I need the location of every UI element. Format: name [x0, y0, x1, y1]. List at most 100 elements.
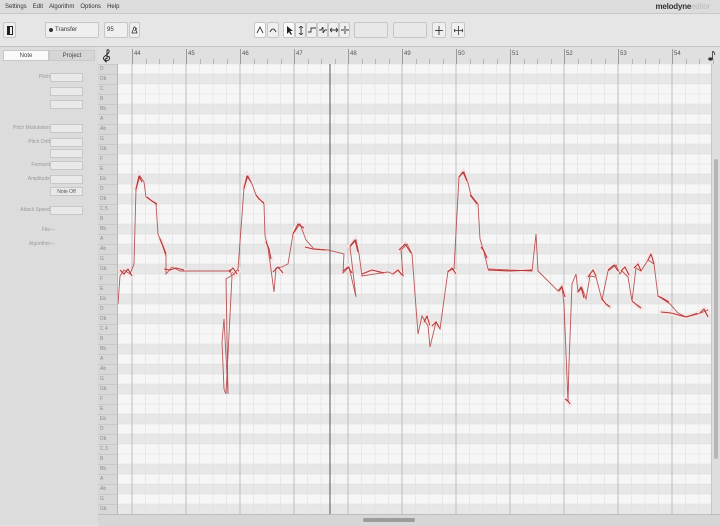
- param-field[interactable]: [50, 149, 83, 158]
- ruler-bar-number: 50: [458, 51, 465, 57]
- pitch-divider: [98, 414, 117, 415]
- param-row: File ---: [0, 226, 98, 236]
- param-row: [0, 87, 98, 97]
- pitch-row: [118, 484, 711, 494]
- inspector-tabs: Note Project: [3, 50, 95, 61]
- param-field[interactable]: [50, 161, 83, 170]
- param-row: Pitch Modulation: [0, 124, 98, 134]
- horizontal-scrollbar[interactable]: [98, 514, 720, 526]
- pitch-label: Gb: [100, 386, 107, 392]
- pitch-ruler[interactable]: D Db C B Bb A Ab G Gb F E Eb D Db C 5 B Bb A Ab G Gb F E Eb D Db C…: [98, 64, 118, 514]
- snap-button[interactable]: [432, 22, 446, 38]
- note-editor-grid[interactable]: [118, 64, 711, 514]
- pitch-divider: [98, 184, 117, 185]
- ruler-bar-number: 44: [134, 51, 141, 57]
- pitch-divider: [98, 404, 117, 405]
- treble-clef-icon[interactable]: [102, 49, 112, 63]
- param-field[interactable]: [50, 73, 83, 82]
- pitch-row: [118, 364, 711, 374]
- pitch-label: Bb: [100, 106, 107, 112]
- metronome-button[interactable]: [129, 22, 140, 38]
- snap-icon: [435, 25, 443, 35]
- vertical-scrollbar[interactable]: [711, 64, 720, 514]
- tool-option-field-2[interactable]: [393, 22, 427, 38]
- pitch-label: F: [100, 156, 104, 162]
- record-dot-icon: [49, 28, 53, 32]
- main-tool-button[interactable]: [254, 22, 266, 38]
- formant-tool-button[interactable]: [306, 22, 317, 38]
- pitch-row: [118, 144, 711, 154]
- param-value: ---: [50, 241, 55, 247]
- param-row: Pitch Drift: [0, 138, 98, 148]
- pitch-divider: [98, 374, 117, 375]
- menu-settings[interactable]: Settings: [5, 4, 27, 10]
- pitch-row: [118, 434, 711, 444]
- pitch-row: [118, 414, 711, 424]
- amplitude-tool-button[interactable]: [317, 22, 328, 38]
- ruler-tick: [564, 49, 565, 64]
- pitch-row: [118, 244, 711, 254]
- window-toggle-icon: [6, 25, 13, 35]
- tempo-field[interactable]: 95: [104, 22, 128, 38]
- param-row: Algorithm ---: [0, 240, 98, 250]
- menu-edit[interactable]: Edit: [33, 4, 43, 10]
- pitch-row: [118, 404, 711, 414]
- param-field[interactable]: Note Off: [50, 187, 83, 196]
- pitch-row: [118, 334, 711, 344]
- pitch-label: B: [100, 336, 104, 342]
- vertical-scroll-thumb[interactable]: [714, 159, 718, 459]
- pitch-label: Eb: [100, 176, 107, 182]
- menu-algorithm[interactable]: Algorithm: [49, 4, 74, 10]
- window-toggle-button[interactable]: [3, 22, 16, 38]
- param-label: File: [41, 227, 50, 233]
- tab-note[interactable]: Note: [3, 50, 49, 61]
- pitch-label: Ab: [100, 366, 107, 372]
- tool-option-field[interactable]: [354, 22, 388, 38]
- separation-tool-button[interactable]: [339, 22, 350, 38]
- horizontal-scroll-thumb[interactable]: [363, 518, 415, 522]
- ruler-tick: [672, 49, 673, 64]
- pitch-row: [118, 444, 711, 454]
- pointer-tool-button[interactable]: [283, 22, 295, 38]
- metronome-icon: [131, 26, 138, 34]
- param-field[interactable]: [50, 175, 83, 184]
- timing-tool-button[interactable]: [328, 22, 339, 38]
- tab-project[interactable]: Project: [49, 50, 95, 61]
- param-field[interactable]: [50, 206, 83, 215]
- pitch-label: F: [100, 396, 104, 402]
- pitch-divider: [98, 174, 117, 175]
- brand-name: melodyne: [655, 2, 692, 11]
- menu-bar: Settings Edit Algorithm Options Help mel…: [0, 0, 720, 14]
- pitch-edit-tool-button[interactable]: [295, 22, 306, 38]
- ruler-bar-number: 54: [674, 51, 681, 57]
- menu-help[interactable]: Help: [107, 4, 119, 10]
- pitch-label: C 5: [100, 206, 108, 212]
- pitch-divider: [98, 64, 117, 65]
- pitch-divider: [98, 324, 117, 325]
- time-ruler[interactable]: 44 45 46 47 48 49 50 51 52 53 54: [98, 47, 720, 65]
- param-field[interactable]: [50, 124, 83, 133]
- param-field[interactable]: [50, 100, 83, 109]
- transfer-button[interactable]: Transfer: [45, 22, 99, 38]
- pitch-divider: [98, 344, 117, 345]
- brand-logo: melodyneeditor: [655, 2, 710, 11]
- pitch-divider: [98, 194, 117, 195]
- pitch-row: [118, 164, 711, 174]
- param-field[interactable]: [50, 87, 83, 96]
- scroll-button[interactable]: [451, 22, 465, 38]
- note-icon[interactable]: [708, 51, 716, 61]
- pitch-label: B: [100, 456, 104, 462]
- menu-options[interactable]: Options: [80, 4, 101, 10]
- pitch-divider: [98, 504, 117, 505]
- pitch-divider: [98, 384, 117, 385]
- ruler-tick: [402, 49, 403, 64]
- param-field[interactable]: [50, 138, 83, 147]
- ruler-tick: [186, 49, 187, 64]
- pitch-tool-button[interactable]: [267, 22, 279, 38]
- note-editor-canvas[interactable]: [118, 64, 711, 514]
- main-tool-icon: [256, 26, 264, 34]
- pitch-divider: [98, 144, 117, 145]
- ruler-tick: [294, 49, 295, 64]
- pitch-row: [118, 104, 711, 114]
- param-label: Attack Speed: [20, 207, 50, 213]
